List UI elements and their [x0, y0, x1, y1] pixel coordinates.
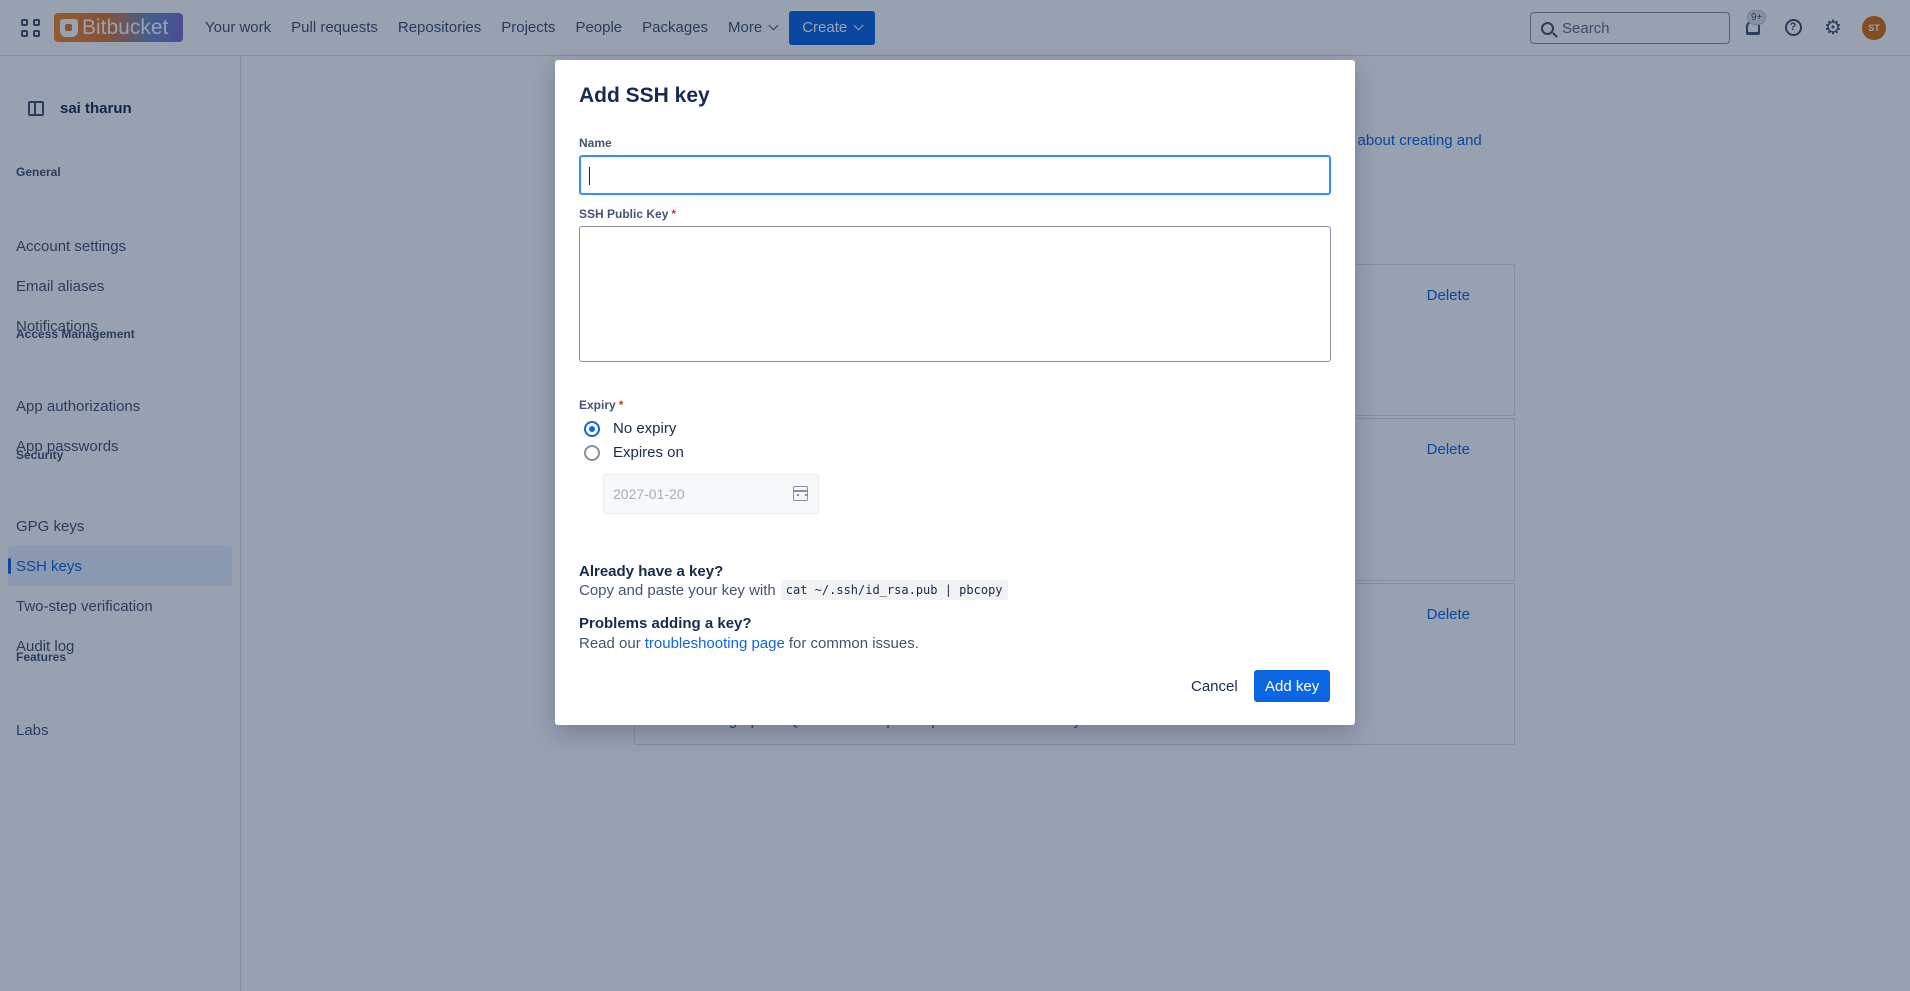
expires-on-radio[interactable] [584, 444, 600, 461]
required-mark: * [671, 207, 677, 221]
expiry-label: Expiry * [579, 398, 623, 412]
required-mark: * [618, 398, 624, 412]
name-label-text: Name [579, 136, 612, 150]
add-ssh-key-dialog: Add SSH key Name SSH Public Key * Expiry *… [555, 60, 1355, 725]
calendar-icon [793, 486, 808, 501]
name-label: Name [579, 136, 612, 150]
copy-command-code: cat ~/.ssh/id_rsa.pub | pbcopy [780, 580, 1008, 600]
already-have-key-description: Copy and paste your key with [579, 581, 776, 599]
name-field[interactable] [579, 155, 1331, 195]
ssh-key-label: SSH Public Key * [579, 207, 676, 221]
expiry-date-placeholder: 2027-01-20 [613, 486, 685, 502]
problems-post-text: for common issues. [788, 635, 919, 652]
expiry-label-text: Expiry [579, 398, 616, 412]
ssh-key-label-text: SSH Public Key [579, 207, 669, 221]
problems-text: Read our troubleshooting page for common… [579, 635, 919, 652]
dialog-title: Add SSH key [579, 84, 710, 107]
ssh-public-key-field[interactable] [579, 226, 1331, 362]
cancel-button[interactable]: Cancel [1185, 670, 1244, 702]
expiry-date-picker: 2027-01-20 [603, 474, 819, 514]
problems-pre-text: Read our [579, 635, 641, 652]
ssh-public-key-textarea[interactable] [580, 227, 1330, 361]
expires-on-label: Expires on [613, 444, 684, 461]
no-expiry-radio[interactable] [584, 420, 600, 437]
name-input[interactable] [581, 157, 1329, 193]
troubleshooting-link[interactable]: troubleshooting page [645, 635, 785, 652]
no-expiry-label: No expiry [613, 420, 677, 437]
text-cursor [589, 167, 590, 185]
add-key-button[interactable]: Add key [1254, 670, 1331, 702]
problems-heading: Problems adding a key? [579, 615, 752, 632]
expires-on-option[interactable]: Expires on [584, 444, 684, 461]
no-expiry-option[interactable]: No expiry [584, 420, 676, 437]
already-have-key-text: Copy and paste your key with cat ~/.ssh/… [579, 580, 1008, 600]
already-have-key-heading: Already have a key? [579, 563, 724, 580]
